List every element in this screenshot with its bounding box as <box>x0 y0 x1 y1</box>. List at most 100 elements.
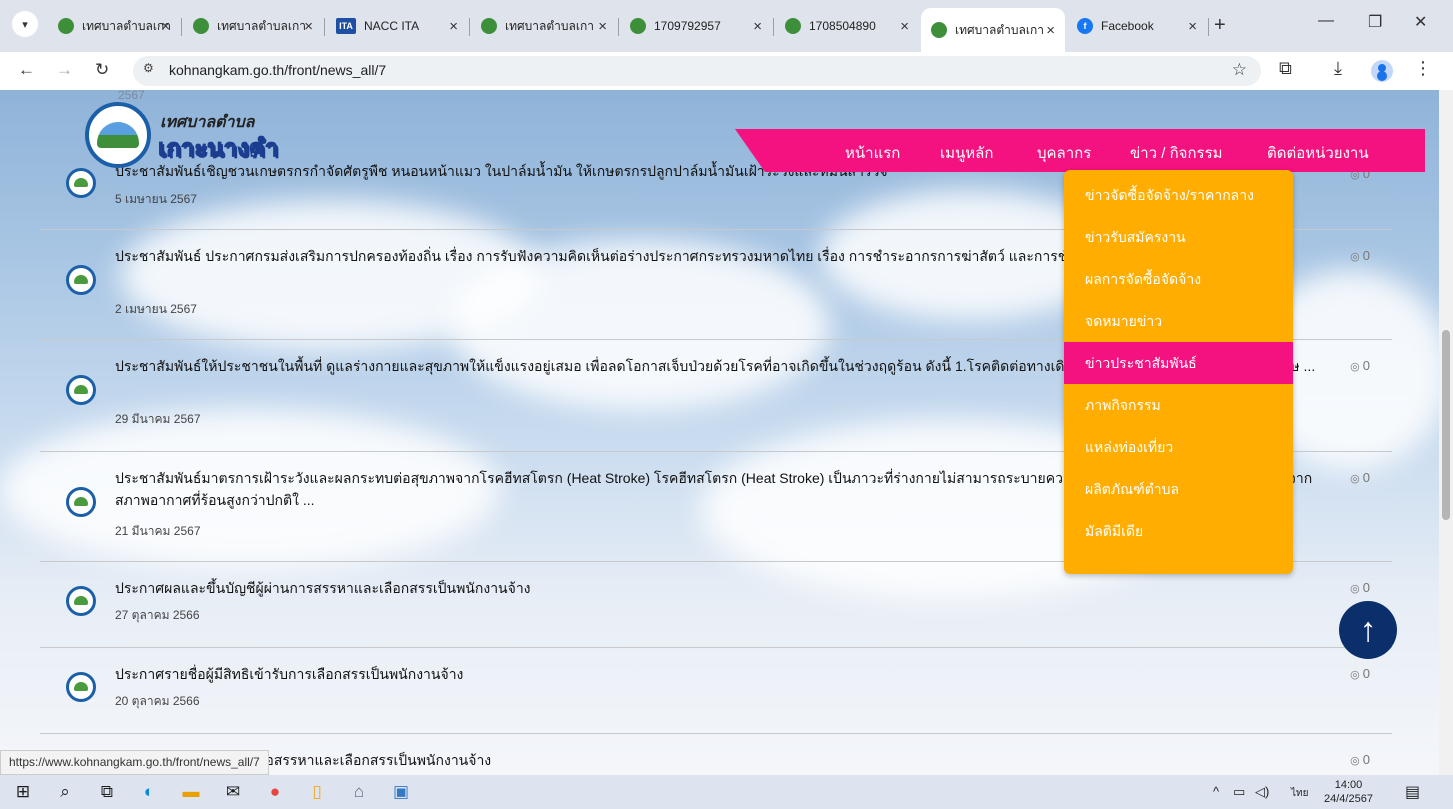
news-bullet-icon <box>66 672 96 702</box>
view-count: ◎ 0 <box>1350 248 1370 263</box>
profile-avatar[interactable] <box>1371 60 1393 82</box>
close-icon[interactable]: × <box>161 18 170 35</box>
news-bullet-icon <box>66 375 96 405</box>
back-icon[interactable]: ← <box>18 60 35 80</box>
news-title[interactable]: ประกาศรายชื่อผู้มีสิทธิเข้ารับการเลือกสร… <box>115 663 1335 685</box>
view-count: ◎ 0 <box>1350 358 1370 373</box>
news-item[interactable]: ประกาศรายชื่อผู้มีสิทธิเข้ารับการเลือกสร… <box>40 648 1392 734</box>
tray-chevron-icon[interactable]: ^ <box>1213 784 1219 799</box>
dropdown-item-procurement[interactable]: ข่าวจัดซื้อจัดจ้าง/ราคากลาง <box>1064 174 1293 216</box>
nav-main-menu[interactable]: เมนูหลัก <box>940 141 993 165</box>
close-icon[interactable]: × <box>304 18 313 35</box>
dropdown-item-multimedia[interactable]: มัลติมีเดีย <box>1064 510 1293 552</box>
url-text[interactable]: kohnangkam.go.th/front/news_all/7 <box>169 62 386 78</box>
view-count: ◎ 0 <box>1350 752 1370 767</box>
dropdown-item-pr-news[interactable]: ข่าวประชาสัมพันธ์ <box>1064 342 1293 384</box>
eye-icon: ◎ <box>1350 251 1360 263</box>
site-favicon-icon <box>785 18 801 34</box>
nav-home[interactable]: หน้าแรก <box>845 141 900 165</box>
windows-start-icon[interactable]: ⊞ <box>12 781 34 803</box>
news-item[interactable]: ประกาศผลและขึ้นบัญชีผู้ผ่านการสรรหาและเล… <box>40 562 1392 648</box>
scrollbar-thumb[interactable] <box>1442 330 1450 520</box>
news-date: 2 เมษายน 2567 <box>115 302 197 316</box>
dropdown-item-newsletter[interactable]: จดหมายข่าว <box>1064 300 1293 342</box>
page-viewport: 2567 ประชาสัมพันธ์เชิญชวนเกษตรกรกำจัดศัต… <box>0 90 1453 775</box>
notes-icon[interactable]: ▯ <box>306 781 328 803</box>
dropdown-item-jobs[interactable]: ข่าวรับสมัครงาน <box>1064 216 1293 258</box>
view-count: ◎ 0 <box>1350 580 1370 595</box>
close-icon[interactable]: × <box>1188 18 1197 35</box>
news-date: 29 มีนาคม 2567 <box>115 412 201 426</box>
window-close-icon[interactable]: ✕ <box>1414 12 1427 32</box>
eye-icon: ◎ <box>1350 583 1360 595</box>
windows-taskbar: ⊞ ⌕ ⧉ ◐ ▬ ✉ ● ▯ ⌂ ▣ ^ ▭ ◁) ไทย 14:00 24/… <box>0 775 1453 809</box>
site-logo[interactable] <box>85 102 151 168</box>
dropdown-item-tourism[interactable]: แหล่งท่องเที่ยว <box>1064 426 1293 468</box>
ita-favicon-icon: ITA <box>336 18 356 34</box>
browser-tab[interactable]: เทศบาลตำบลเกาะนางคำ × <box>48 8 180 44</box>
site-favicon-icon <box>630 18 646 34</box>
close-icon[interactable]: × <box>449 18 458 35</box>
site-info-icon[interactable]: ⚙ <box>143 61 163 81</box>
eye-icon: ◎ <box>1350 669 1360 681</box>
site-brand-title[interactable]: เกาะนางคำ <box>157 128 278 167</box>
volume-icon[interactable]: ◁) <box>1255 784 1269 800</box>
reload-icon[interactable]: ↻ <box>95 60 109 80</box>
dropdown-item-products[interactable]: ผลิตภัณฑ์ตำบล <box>1064 468 1293 510</box>
browser-tab[interactable]: เทศบาลตำบลเกาะนางคำ × <box>471 8 617 44</box>
language-indicator[interactable]: ไทย <box>1291 786 1308 801</box>
browser-tab[interactable]: เทศบาลตำบลเกาะนางคำ × <box>183 8 323 44</box>
browser-tab-active[interactable]: เทศบาลตำบลเกาะนางคำ × <box>921 8 1065 52</box>
facebook-icon: f <box>1077 18 1093 34</box>
extensions-icon[interactable]: ⧉ <box>1279 58 1292 79</box>
eye-icon: ◎ <box>1350 755 1360 767</box>
address-bar[interactable]: ⚙ kohnangkam.go.th/front/news_all/7 ☆ <box>133 56 1261 86</box>
edge-icon[interactable]: ◐ <box>138 781 160 803</box>
news-date-partial: 2567 <box>118 90 145 102</box>
restore-icon[interactable]: ❐ <box>1368 12 1382 32</box>
news-date: 20 ตุลาคม 2566 <box>115 694 200 708</box>
task-view-icon[interactable]: ⧉ <box>96 781 118 803</box>
news-bullet-icon <box>66 265 96 295</box>
page-scrollbar[interactable] <box>1439 90 1453 775</box>
browser-menu-icon[interactable]: ⋮ <box>1414 58 1432 79</box>
site-favicon-icon <box>193 18 209 34</box>
news-title[interactable]: ประกาศผลและขึ้นบัญชีผู้ผ่านการสรรหาและเล… <box>115 577 1335 599</box>
browser-tab[interactable]: 1709792957 × <box>620 8 772 44</box>
close-icon[interactable]: × <box>753 18 762 35</box>
app-icon[interactable]: ▣ <box>390 781 412 803</box>
new-tab-button[interactable]: + <box>1214 14 1226 37</box>
chrome-icon[interactable]: ● <box>264 781 286 803</box>
mail-icon[interactable]: ✉ <box>222 781 244 803</box>
nav-personnel[interactable]: บุคลากร <box>1037 141 1091 165</box>
close-icon[interactable]: × <box>1046 22 1055 39</box>
dropdown-item-procurement-results[interactable]: ผลการจัดซื้อจัดจ้าง <box>1064 258 1293 300</box>
close-icon[interactable]: × <box>598 18 607 35</box>
eye-icon: ◎ <box>1350 361 1360 373</box>
system-clock[interactable]: 14:00 24/4/2567 <box>1324 778 1373 806</box>
view-count: ◎ 0 <box>1350 470 1370 485</box>
dropdown-item-photos[interactable]: ภาพกิจกรรม <box>1064 384 1293 426</box>
network-icon[interactable]: ▭ <box>1233 784 1245 800</box>
forward-icon[interactable]: → <box>56 60 73 80</box>
search-icon[interactable]: ⌕ <box>54 781 76 803</box>
app-icon[interactable]: ⌂ <box>348 781 370 803</box>
download-icon[interactable]: ⤓ <box>1334 58 1342 79</box>
browser-tab[interactable]: f Facebook × <box>1067 8 1207 44</box>
nav-news-activities[interactable]: ข่าว / กิจกรรม <box>1130 141 1223 165</box>
nav-contact[interactable]: ติดต่อหน่วยงาน <box>1267 141 1369 165</box>
back-to-top-button[interactable]: ↑ <box>1339 601 1397 659</box>
news-title[interactable]: ประกาศรับสมัครบุคคลเพื่อสรรหาและเลือกสรร… <box>115 749 1335 771</box>
status-bar-url: https://www.kohnangkam.go.th/front/news_… <box>0 750 269 775</box>
browser-toolbar: ← → ↻ ⚙ kohnangkam.go.th/front/news_all/… <box>0 52 1453 90</box>
news-dropdown-menu: ข่าวจัดซื้อจัดจ้าง/ราคากลาง ข่าวรับสมัคร… <box>1064 170 1293 574</box>
bookmark-star-icon[interactable]: ☆ <box>1232 60 1247 80</box>
notification-icon[interactable]: ▤ <box>1405 782 1420 802</box>
file-explorer-icon[interactable]: ▬ <box>180 781 202 803</box>
minimize-icon[interactable]: — <box>1318 12 1334 30</box>
tab-search-button[interactable]: ▾ <box>12 11 38 37</box>
browser-tab[interactable]: 1708504890 × <box>775 8 919 44</box>
eye-icon: ◎ <box>1350 473 1360 485</box>
close-icon[interactable]: × <box>900 18 909 35</box>
browser-tab[interactable]: ITA NACC ITA × <box>326 8 468 44</box>
